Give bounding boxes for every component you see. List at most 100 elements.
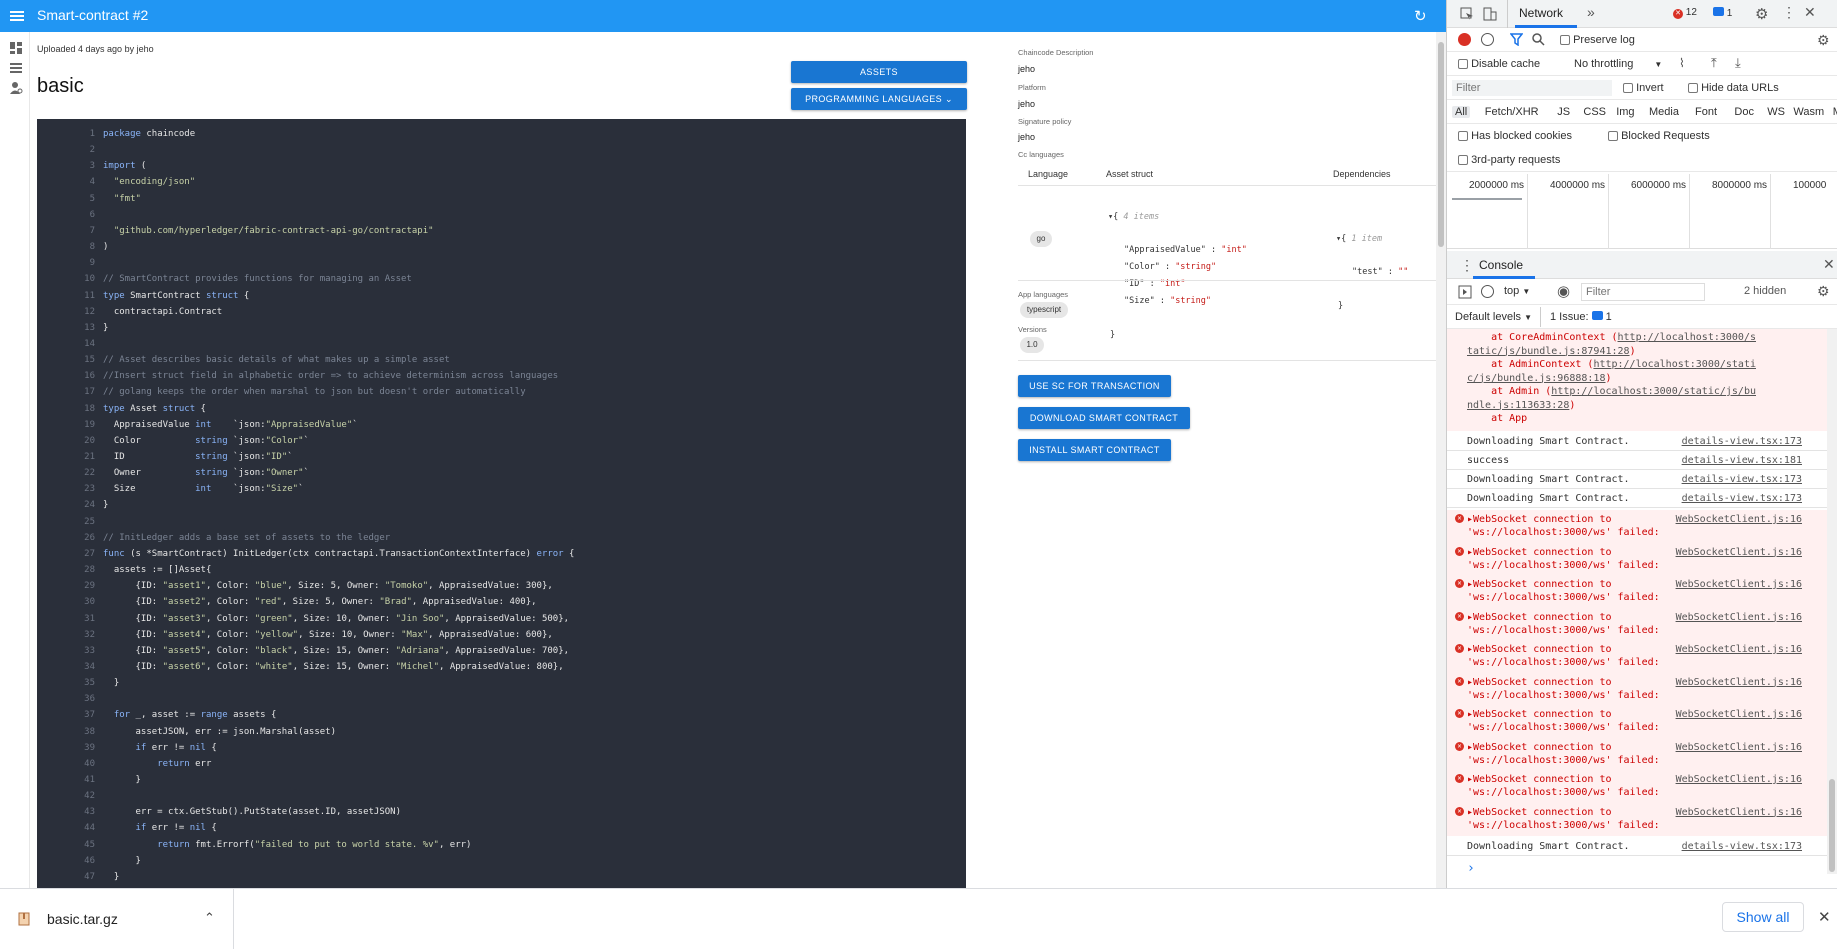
chevron-up-icon[interactable]: ⌃ bbox=[204, 910, 215, 926]
type-filter-all[interactable]: All bbox=[1452, 106, 1471, 118]
invert-checkbox[interactable] bbox=[1623, 83, 1633, 94]
kebab-menu-icon[interactable]: ⋮ bbox=[1782, 4, 1796, 21]
more-tabs-icon[interactable]: » bbox=[1587, 4, 1595, 20]
type-filter-ws[interactable]: WS bbox=[1767, 106, 1785, 118]
blocked-requests-toggle[interactable]: Blocked Requests bbox=[1608, 130, 1710, 142]
has-blocked-cookies-checkbox[interactable] bbox=[1458, 131, 1468, 142]
network-conditions-icon[interactable]: ⌇ bbox=[1679, 56, 1685, 70]
json-header[interactable]: ▾{ 4 items bbox=[1108, 212, 1247, 222]
clear-console-icon[interactable] bbox=[1481, 285, 1494, 298]
message-counter[interactable]: 1 bbox=[1713, 7, 1732, 19]
tab-network[interactable]: Network bbox=[1519, 6, 1563, 20]
console-filter-input[interactable] bbox=[1581, 283, 1705, 301]
type-filter-m[interactable]: M bbox=[1833, 106, 1837, 118]
download-smart-contract-button[interactable]: DOWNLOAD SMART CONTRACT bbox=[1018, 407, 1190, 429]
error-source[interactable]: WebSocketClient.js:16 bbox=[1676, 806, 1802, 819]
stack-link[interactable]: tatic/js/bundle.js:87941:28 bbox=[1467, 346, 1630, 357]
hide-data-urls-checkbox[interactable] bbox=[1688, 83, 1698, 94]
message-source[interactable]: details-view.tsx:173 bbox=[1682, 435, 1802, 448]
console-scrollbar[interactable] bbox=[1827, 329, 1837, 874]
message-source[interactable]: details-view.tsx:173 bbox=[1682, 473, 1802, 486]
console-log[interactable]: at CoreAdminContext (http://localhost:30… bbox=[1447, 329, 1837, 875]
dependencies-json[interactable]: ▾{ 1 item "test" : "" } bbox=[1336, 214, 1408, 331]
has-blocked-cookies-toggle[interactable]: Has blocked cookies bbox=[1458, 130, 1572, 142]
asset-struct-json[interactable]: ▾{ 4 items "AppraisedValue" : "int" "Colo… bbox=[1108, 192, 1247, 360]
preserve-log-checkbox[interactable] bbox=[1560, 35, 1570, 46]
preserve-log-toggle[interactable]: Preserve log bbox=[1560, 34, 1635, 46]
type-filter-fetchxhr[interactable]: Fetch/XHR bbox=[1485, 106, 1539, 118]
page-scrollbar[interactable] bbox=[1436, 32, 1446, 888]
stack-link[interactable]: http://localhost:3000/static/js/bu bbox=[1551, 386, 1756, 397]
type-filter-js[interactable]: JS bbox=[1557, 106, 1570, 118]
type-filter-media[interactable]: Media bbox=[1649, 106, 1679, 118]
third-party-checkbox[interactable] bbox=[1458, 155, 1468, 166]
type-filter-font[interactable]: Font bbox=[1695, 106, 1717, 118]
blocked-requests-checkbox[interactable] bbox=[1608, 131, 1618, 142]
network-settings-icon[interactable]: ⚙ bbox=[1817, 32, 1830, 49]
error-source[interactable]: WebSocketClient.js:16 bbox=[1676, 676, 1802, 689]
menu-icon[interactable] bbox=[10, 9, 24, 23]
scrollbar-thumb[interactable] bbox=[1438, 42, 1444, 247]
error-source[interactable]: WebSocketClient.js:16 bbox=[1676, 578, 1802, 591]
hide-data-urls-toggle[interactable]: Hide data URLs bbox=[1688, 82, 1779, 94]
eye-icon[interactable]: ◉ bbox=[1557, 282, 1570, 300]
search-icon[interactable] bbox=[1532, 33, 1545, 46]
import-har-icon[interactable]: ⤒ bbox=[1711, 55, 1717, 71]
type-filter-wasm[interactable]: Wasm bbox=[1793, 106, 1824, 118]
tab-console[interactable]: Console bbox=[1479, 258, 1523, 272]
network-filter-input[interactable] bbox=[1452, 80, 1612, 96]
message-source[interactable]: details-view.tsx:181 bbox=[1682, 454, 1802, 467]
assets-button[interactable]: ASSETS bbox=[791, 61, 967, 83]
stack-link[interactable]: http://localhost:3000/stati bbox=[1593, 359, 1756, 370]
console-prompt[interactable]: › bbox=[1467, 862, 1822, 875]
error-source[interactable]: WebSocketClient.js:16 bbox=[1676, 546, 1802, 559]
message-source[interactable]: details-view.tsx:173 bbox=[1682, 492, 1802, 505]
issues-button[interactable]: 1 Issue: 1 bbox=[1550, 311, 1612, 323]
disable-cache-checkbox[interactable] bbox=[1458, 59, 1468, 70]
refresh-icon[interactable]: ↻ bbox=[1414, 7, 1427, 25]
default-levels-select[interactable]: Default levels ▼ bbox=[1455, 311, 1532, 323]
record-icon[interactable] bbox=[1458, 33, 1471, 46]
console-settings-icon[interactable]: ⚙ bbox=[1817, 283, 1830, 300]
install-smart-contract-button[interactable]: INSTALL SMART CONTRACT bbox=[1018, 439, 1171, 461]
dashboard-icon[interactable] bbox=[9, 41, 23, 55]
json-header[interactable]: ▾{ 1 item bbox=[1336, 234, 1408, 244]
network-timeline[interactable]: 2000000 ms 4000000 ms 6000000 ms 8000000 ms… bbox=[1447, 174, 1837, 249]
download-filename[interactable]: basic.tar.gz bbox=[47, 911, 118, 927]
inspect-element-icon[interactable] bbox=[1460, 7, 1474, 21]
type-filter-doc[interactable]: Doc bbox=[1734, 106, 1754, 118]
filter-icon[interactable] bbox=[1510, 33, 1523, 46]
third-party-toggle[interactable]: 3rd-party requests bbox=[1458, 154, 1560, 166]
error-source[interactable]: WebSocketClient.js:16 bbox=[1676, 708, 1802, 721]
code-viewer[interactable]: 1 package chaincode 2 3 import (4 "encoding/… bbox=[37, 119, 966, 888]
error-source[interactable]: WebSocketClient.js:16 bbox=[1676, 741, 1802, 754]
use-sc-for-transaction-button[interactable]: USE SC FOR TRANSACTION bbox=[1018, 375, 1171, 397]
error-source[interactable]: WebSocketClient.js:16 bbox=[1676, 643, 1802, 656]
settings-icon[interactable]: ⚙ bbox=[1755, 5, 1768, 23]
context-select[interactable]: top ▼ bbox=[1504, 285, 1530, 297]
message-source[interactable]: details-view.tsx:173 bbox=[1682, 840, 1802, 853]
programming-languages-button[interactable]: PROGRAMMING LANGUAGES ⌄ bbox=[791, 88, 967, 110]
list-icon[interactable] bbox=[9, 61, 23, 75]
throttling-select[interactable]: No throttling ▼ bbox=[1574, 58, 1662, 70]
drawer-menu-icon[interactable]: ⋮ bbox=[1460, 257, 1474, 274]
error-counter[interactable]: ✕ 12 bbox=[1673, 7, 1697, 19]
stack-link[interactable]: ndle.js:113633:28 bbox=[1467, 400, 1569, 411]
invert-toggle[interactable]: Invert bbox=[1623, 82, 1664, 94]
error-source[interactable]: WebSocketClient.js:16 bbox=[1676, 513, 1802, 526]
scrollbar-thumb[interactable] bbox=[1829, 779, 1835, 872]
user-settings-icon[interactable] bbox=[9, 81, 23, 95]
error-source[interactable]: WebSocketClient.js:16 bbox=[1676, 611, 1802, 624]
sidebar-toggle-icon[interactable] bbox=[1458, 285, 1472, 299]
show-all-button[interactable]: Show all bbox=[1722, 902, 1804, 932]
disable-cache-toggle[interactable]: Disable cache bbox=[1458, 58, 1540, 70]
type-filter-img[interactable]: Img bbox=[1616, 106, 1634, 118]
stack-link[interactable]: http://localhost:3000/s bbox=[1618, 332, 1756, 343]
error-source[interactable]: WebSocketClient.js:16 bbox=[1676, 773, 1802, 786]
close-download-bar-icon[interactable]: ✕ bbox=[1818, 908, 1831, 926]
clear-icon[interactable] bbox=[1481, 33, 1494, 46]
device-toolbar-icon[interactable] bbox=[1483, 7, 1497, 21]
close-drawer-icon[interactable]: ✕ bbox=[1823, 256, 1835, 273]
close-devtools-icon[interactable]: ✕ bbox=[1804, 4, 1816, 21]
stack-link[interactable]: c/js/bundle.js:96888:18 bbox=[1467, 373, 1605, 384]
